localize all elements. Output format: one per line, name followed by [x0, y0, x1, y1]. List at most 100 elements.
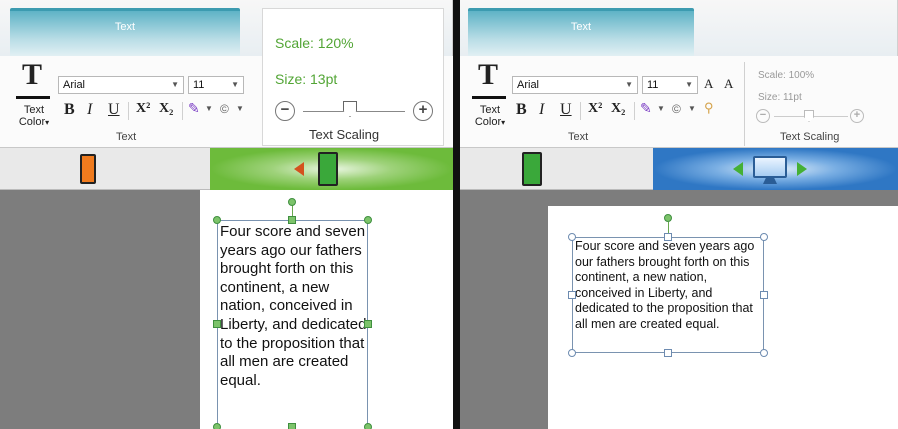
ribbon-tab-text[interactable]: Text — [10, 8, 240, 58]
scale-plus-button[interactable]: + — [850, 109, 864, 123]
scale-readout: Scale: 120% — [275, 35, 354, 51]
font-name-select[interactable]: Arial ▼ — [58, 76, 184, 94]
copyright-icon[interactable]: © — [672, 102, 681, 116]
resize-handle[interactable] — [364, 216, 372, 224]
chevron-down-icon: ▼ — [231, 80, 239, 89]
font-size-select[interactable]: 11 ▼ — [188, 76, 244, 94]
italic-button[interactable]: I — [87, 101, 92, 119]
copyright-icon[interactable]: © — [220, 102, 229, 116]
resize-handle[interactable] — [568, 349, 576, 357]
underline-button[interactable]: U — [108, 101, 120, 119]
font-size-select[interactable]: 11 ▼ — [642, 76, 698, 94]
tab-label: Text — [114, 21, 136, 33]
resize-handle[interactable] — [288, 423, 296, 429]
resize-handle[interactable] — [288, 216, 296, 224]
text-box[interactable]: Four score and seven years ago our fathe… — [217, 220, 368, 429]
text-color-icon[interactable]: T — [22, 58, 42, 92]
superscript-button[interactable]: X² — [136, 101, 150, 117]
text-color-label: Text Color — [18, 104, 46, 129]
link-icon[interactable]: ⚲ — [704, 100, 714, 116]
text-group-label: Text — [568, 131, 589, 143]
font-name-select[interactable]: Arial ▼ — [512, 76, 638, 94]
resize-handle[interactable] — [568, 291, 576, 299]
separator — [580, 102, 581, 120]
resize-handle[interactable] — [213, 216, 221, 224]
text-color-label: Text Color — [474, 104, 502, 129]
chevron-down-icon: ▼ — [625, 80, 633, 89]
subscript-button[interactable]: X₂ — [159, 101, 173, 117]
tablet-icon — [318, 152, 338, 186]
resize-handle[interactable] — [664, 349, 672, 357]
chevron-down-icon[interactable]: ▼ — [657, 104, 665, 113]
scale-plus-button[interactable]: + — [413, 101, 433, 121]
arrow-left-icon[interactable] — [733, 162, 743, 176]
arrow-right-icon[interactable] — [797, 162, 807, 176]
font-name-value: Arial — [517, 79, 540, 91]
highlighter-icon[interactable]: ✎ — [188, 100, 200, 117]
body-text: Four score and seven years ago our fathe… — [575, 239, 755, 331]
text-box[interactable]: Four score and seven years ago our fathe… — [572, 237, 764, 353]
panel-divider — [453, 0, 460, 429]
device-tab-tablet[interactable] — [210, 148, 453, 190]
chevron-down-icon[interactable]: ▼ — [688, 104, 696, 113]
underline-button[interactable]: U — [560, 101, 572, 119]
font-size-value: 11 — [647, 79, 659, 91]
text-color-bar — [16, 96, 50, 99]
right-panel: Text T Text Color▾ Arial ▼ 11 ▼ A A B I U … — [460, 0, 898, 429]
resize-handle[interactable] — [760, 291, 768, 299]
text-color-button[interactable]: Text Color▾ — [470, 104, 510, 128]
chevron-down-icon: ▾ — [501, 118, 506, 128]
resize-handle[interactable] — [760, 233, 768, 241]
scale-slider-thumb[interactable] — [343, 101, 357, 117]
separator — [182, 102, 183, 120]
text-scaling-group: Scale: 120% Size: 13pt − + Text Scaling — [262, 8, 444, 146]
text-color-button[interactable]: Text Color▾ — [14, 104, 54, 128]
text-color-icon[interactable]: T — [478, 58, 498, 92]
device-tab-phone[interactable] — [0, 148, 210, 190]
device-tab-desktop[interactable] — [653, 148, 898, 190]
scale-readout: Scale: 100% — [758, 70, 815, 81]
chevron-down-icon[interactable]: ▼ — [236, 104, 244, 113]
separator — [744, 62, 745, 146]
ribbon-tab-text[interactable]: Text — [468, 8, 694, 58]
ribbon: T Text Color▾ Arial ▼ 11 ▼ B I U X² X₂ ✎ ▼… — [0, 8, 453, 148]
rotate-handle[interactable] — [664, 214, 672, 222]
resize-handle[interactable] — [213, 423, 221, 429]
comparison-screenshot: Text T Text Color▾ Arial ▼ 11 ▼ B I U X² X… — [0, 0, 898, 429]
italic-button[interactable]: I — [539, 101, 544, 119]
bold-button[interactable]: B — [516, 101, 527, 119]
rotate-handle[interactable] — [288, 198, 296, 206]
scale-slider-thumb[interactable] — [804, 110, 814, 122]
chevron-down-icon: ▼ — [685, 80, 693, 89]
highlighter-icon[interactable]: ✎ — [640, 100, 652, 117]
resize-handle[interactable] — [568, 233, 576, 241]
text-scaling-label: Text Scaling — [780, 131, 840, 143]
ribbon: T Text Color▾ Arial ▼ 11 ▼ A A B I U X² X₂… — [460, 56, 898, 148]
subscript-button[interactable]: X₂ — [611, 101, 625, 117]
grow-font-button[interactable]: A — [704, 76, 713, 92]
separator — [634, 102, 635, 120]
resize-handle[interactable] — [760, 349, 768, 357]
bold-button[interactable]: B — [64, 101, 75, 119]
monitor-stand — [763, 178, 777, 184]
scale-minus-button[interactable]: − — [275, 101, 295, 121]
resize-handle[interactable] — [364, 423, 372, 429]
chevron-down-icon[interactable]: ▼ — [205, 104, 213, 113]
shrink-font-button[interactable]: A — [724, 76, 733, 92]
device-bar — [460, 148, 898, 190]
body-text: Four score and seven years ago our fathe… — [220, 223, 367, 389]
separator — [128, 102, 129, 120]
chevron-down-icon: ▼ — [171, 80, 179, 89]
size-readout: Size: 13pt — [275, 71, 338, 87]
resize-handle[interactable] — [664, 233, 672, 241]
text-color-bar — [472, 96, 506, 99]
arrow-left-icon[interactable] — [294, 162, 304, 176]
resize-handle[interactable] — [213, 320, 221, 328]
tablet-icon — [522, 152, 542, 186]
resize-handle[interactable] — [364, 320, 372, 328]
text-scaling-label: Text Scaling — [309, 127, 380, 142]
device-tab-phone[interactable] — [460, 148, 653, 190]
scale-minus-button[interactable]: − — [756, 109, 770, 123]
superscript-button[interactable]: X² — [588, 101, 602, 117]
chevron-down-icon: ▾ — [45, 118, 50, 128]
